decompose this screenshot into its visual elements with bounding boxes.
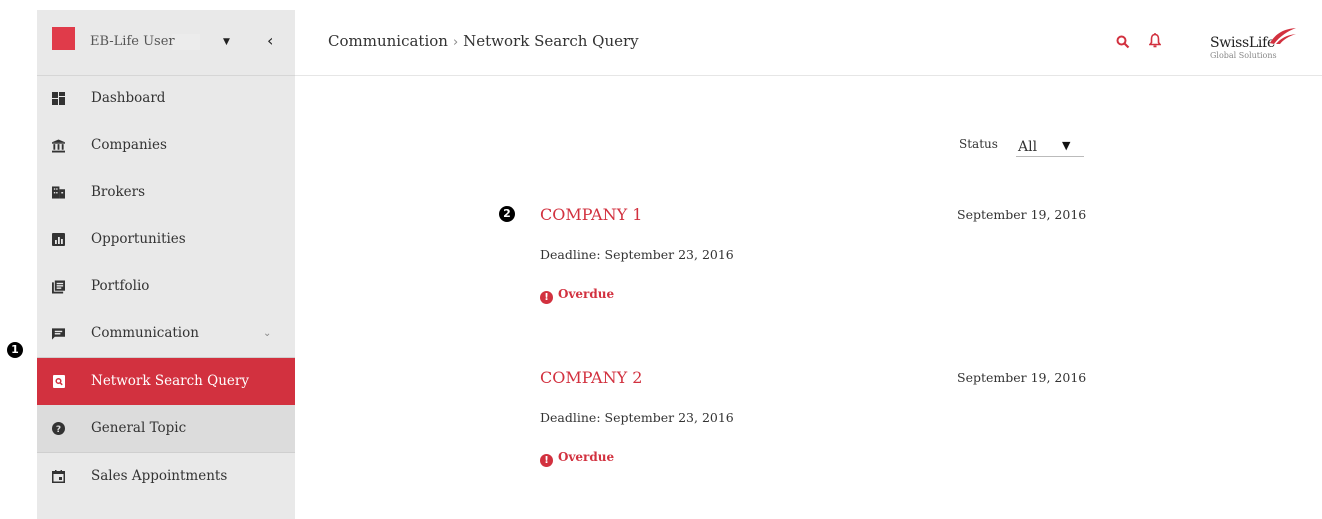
help-icon: ?: [52, 422, 65, 435]
query-deadline: Deadline: September 23, 2016: [540, 410, 734, 425]
sidebar-item-communication[interactable]: Communication ⌄: [37, 310, 295, 358]
sidebar-item-label: Communication: [91, 325, 199, 341]
sidebar-item-label: Portfolio: [91, 278, 150, 294]
logo-subtext: Global Solutions: [1210, 51, 1277, 60]
breadcrumb-separator-icon: ›: [452, 35, 459, 50]
sidebar-item-companies[interactable]: Companies: [37, 122, 295, 169]
portfolio-icon: [52, 280, 65, 293]
sidebar-item-dashboard[interactable]: Dashboard: [37, 75, 295, 122]
sidebar-item-label: Dashboard: [91, 90, 166, 106]
status-badge: ! Overdue: [540, 450, 614, 467]
query-date: September 19, 2016: [957, 207, 1087, 222]
breadcrumb-parent[interactable]: Communication: [328, 32, 448, 50]
query-card: COMPANY 1 September 19, 2016 Deadline: S…: [540, 205, 1100, 315]
sidebar-item-network-search-query[interactable]: Network Search Query: [37, 358, 295, 405]
collapse-sidebar-icon[interactable]: ‹: [267, 31, 273, 50]
logo-mark-icon: [1270, 28, 1296, 44]
breadcrumb-current: Network Search Query: [463, 32, 639, 50]
logo-text: SwissLife: [1210, 35, 1275, 51]
sidebar-item-brokers[interactable]: Brokers: [37, 169, 295, 216]
status-filter-value: All: [1018, 139, 1038, 155]
sidebar: EB-Life User ▼ ‹ Dashboard Companies Bro…: [37, 10, 295, 519]
query-date: September 19, 2016: [957, 370, 1087, 385]
calendar-icon: [52, 470, 65, 483]
company-link[interactable]: COMPANY 1: [540, 205, 642, 224]
avatar: [52, 27, 75, 50]
user-menu[interactable]: EB-Life User ▼ ‹: [37, 10, 295, 76]
sidebar-item-label: General Topic: [91, 420, 187, 436]
status-text: Overdue: [558, 450, 615, 464]
annotation-marker-2: 2: [499, 206, 515, 222]
company-link[interactable]: COMPANY 2: [540, 368, 642, 387]
status-filter-label: Status: [959, 137, 998, 151]
sidebar-item-portfolio[interactable]: Portfolio: [37, 263, 295, 310]
svg-text:?: ?: [56, 425, 61, 435]
sidebar-item-label: Network Search Query: [91, 373, 249, 389]
status-text: Overdue: [558, 287, 615, 301]
bell-icon[interactable]: [1148, 33, 1162, 52]
search-icon[interactable]: [1116, 34, 1130, 53]
sidebar-item-sales-appointments[interactable]: Sales Appointments: [37, 453, 295, 500]
chart-icon: [52, 233, 65, 246]
query-deadline: Deadline: September 23, 2016: [540, 247, 734, 262]
query-card: COMPANY 2 September 19, 2016 Deadline: S…: [540, 368, 1100, 478]
sidebar-item-label: Companies: [91, 137, 167, 153]
breadcrumb: Communication › Network Search Query: [328, 32, 639, 50]
alert-icon: !: [540, 291, 553, 304]
message-icon: [52, 327, 65, 340]
sidebar-item-label: Sales Appointments: [91, 468, 228, 484]
alert-icon: !: [540, 454, 553, 467]
user-dropdown-icon[interactable]: ▼: [223, 37, 230, 47]
bank-icon: [52, 139, 65, 152]
chevron-down-icon: ⌄: [263, 328, 272, 339]
sidebar-item-opportunities[interactable]: Opportunities: [37, 216, 295, 263]
sidebar-item-label: Brokers: [91, 184, 146, 200]
search-doc-icon: [52, 375, 65, 388]
sidebar-menu: Dashboard Companies Brokers Opportunitie…: [37, 75, 295, 500]
user-name: EB-Life User: [90, 34, 200, 50]
sidebar-item-general-topic[interactable]: ? General Topic: [37, 405, 295, 453]
dropdown-caret-icon: ▼: [1062, 139, 1071, 152]
annotation-marker-1: 1: [7, 342, 23, 358]
sidebar-item-label: Opportunities: [91, 231, 186, 247]
swisslife-logo: SwissLife Global Solutions: [1210, 28, 1300, 67]
status-badge: ! Overdue: [540, 287, 614, 304]
status-filter-select[interactable]: All ▼: [1016, 134, 1084, 157]
dashboard-icon: [52, 92, 65, 105]
top-bar: Communication › Network Search Query Swiss…: [295, 10, 1322, 76]
brokers-icon: [52, 186, 65, 199]
